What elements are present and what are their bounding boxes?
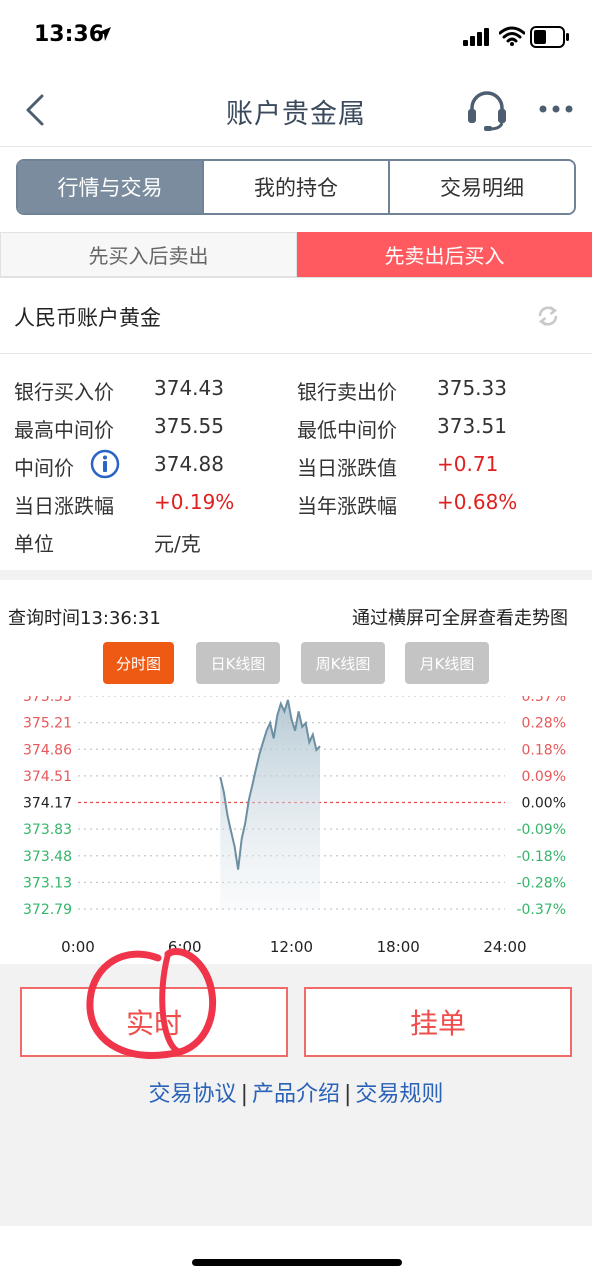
y-tick-left: 372.79 — [23, 902, 72, 918]
product-row: 人民币账户黄金 — [0, 278, 592, 354]
mid-price-value: 374.88 — [154, 452, 224, 476]
year-pct-value: +0.68% — [437, 490, 518, 514]
tab-market-trade[interactable]: 行情与交易 — [18, 161, 204, 213]
chart-section: 查询时间13:36:31 通过横屏可全屏查看走势图 分时图 日K线图 周K线图 … — [0, 580, 592, 964]
status-time: 13:36 — [34, 22, 105, 47]
bank-buy-label: 银行买入价 — [14, 380, 114, 404]
query-time: 查询时间13:36:31 — [8, 608, 161, 629]
y-tick-left: 375.21 — [23, 716, 72, 732]
battery-icon — [530, 26, 569, 48]
location-arrow-icon — [97, 27, 111, 41]
y-tick-left: 374.86 — [23, 742, 72, 758]
day-change-value: +0.71 — [437, 452, 499, 476]
product-name: 人民币账户黄金 — [14, 306, 161, 330]
bottom-actions: 实时 挂单 交易协议 | 产品介绍 | 交易规则 — [0, 964, 592, 1226]
high-mid-label: 最高中间价 — [14, 418, 114, 442]
y-tick-left: 374.51 — [23, 769, 72, 785]
buy-first-option[interactable]: 先买入后卖出 — [0, 232, 297, 277]
low-mid-label: 最低中间价 — [297, 418, 397, 442]
info-icon[interactable] — [90, 449, 120, 479]
home-indicator — [192, 1259, 402, 1266]
section-gap — [0, 570, 592, 580]
link-separator: | — [344, 1082, 352, 1107]
bank-sell-value: 375.33 — [437, 376, 507, 400]
segmented-tabs: 行情与交易 我的持仓 交易明细 — [16, 159, 576, 215]
y-tick-left: 373.13 — [23, 875, 72, 891]
day-pct-value: +0.19% — [154, 490, 235, 514]
wifi-icon — [499, 26, 525, 46]
x-tick: 6:00 — [168, 938, 202, 956]
day-pct-label: 当日涨跌幅 — [14, 494, 114, 518]
bank-buy-value: 374.43 — [154, 376, 224, 400]
day-change-label: 当日涨跌值 — [297, 456, 397, 480]
unit-value: 元/克 — [154, 532, 201, 556]
limit-order-button[interactable]: 挂单 — [304, 987, 572, 1057]
product-intro-link[interactable]: 产品介绍 — [252, 1082, 340, 1107]
y-tick-right: -0.18% — [516, 849, 566, 865]
status-bar: 13:36 — [0, 0, 592, 74]
daily-k-button[interactable]: 日K线图 — [196, 642, 280, 684]
y-tick-left: 373.48 — [23, 849, 72, 865]
y-tick-right: 0.37% — [522, 696, 566, 705]
nav-bar: 账户贵金属 — [0, 74, 592, 146]
landscape-hint: 通过横屏可全屏查看走势图 — [352, 608, 568, 629]
trade-agreement-link[interactable]: 交易协议 — [149, 1082, 237, 1107]
y-tick-right: 0.18% — [522, 742, 566, 758]
y-tick-left: 373.83 — [23, 822, 72, 838]
quote-panel: 银行买入价 374.43 银行卖出价 375.33 最高中间价 375.55 最… — [0, 354, 592, 570]
year-pct-label: 当年涨跌幅 — [297, 494, 397, 518]
home-strip — [0, 1226, 592, 1280]
sell-first-option[interactable]: 先卖出后买入 — [297, 232, 592, 277]
intraday-chart: 375.55 0.37% 375.21 0.28% 374.86 0.18% 374.51 0… — [23, 696, 566, 956]
y-tick-right: 0.00% — [522, 796, 566, 812]
intraday-chart-button[interactable]: 分时图 — [103, 642, 174, 684]
headset-icon[interactable] — [466, 88, 508, 132]
y-tick-right: 0.28% — [522, 716, 566, 732]
y-tick-left: 374.17 — [23, 796, 72, 812]
x-tick: 18:00 — [377, 938, 420, 956]
y-tick-right: -0.28% — [516, 875, 566, 891]
tabs-area: 行情与交易 我的持仓 交易明细 — [0, 146, 592, 232]
more-icon[interactable] — [538, 104, 574, 114]
mid-price-label: 中间价 — [14, 456, 74, 480]
y-tick-left: 375.55 — [23, 696, 72, 705]
x-tick: 0:00 — [61, 938, 95, 956]
y-tick-right: -0.09% — [516, 822, 566, 838]
trade-rules-link[interactable]: 交易规则 — [355, 1082, 443, 1107]
footer-links: 交易协议 | 产品介绍 | 交易规则 — [0, 1076, 592, 1108]
signal-icon — [463, 28, 489, 46]
y-tick-right: -0.37% — [516, 902, 566, 918]
link-separator: | — [240, 1082, 248, 1107]
tab-my-positions[interactable]: 我的持仓 — [204, 161, 390, 213]
monthly-k-button[interactable]: 月K线图 — [405, 642, 489, 684]
x-tick: 12:00 — [270, 938, 313, 956]
refresh-icon[interactable] — [536, 304, 560, 328]
y-tick-right: 0.09% — [522, 769, 566, 785]
realtime-button[interactable]: 实时 — [20, 987, 288, 1057]
weekly-k-button[interactable]: 周K线图 — [301, 642, 385, 684]
low-mid-value: 373.51 — [437, 414, 507, 438]
tab-trade-details[interactable]: 交易明细 — [390, 161, 574, 213]
trade-direction-toggle: 先买入后卖出 先卖出后买入 — [0, 232, 592, 278]
high-mid-value: 375.55 — [154, 414, 224, 438]
unit-label: 单位 — [14, 532, 54, 556]
x-tick: 24:00 — [483, 938, 526, 956]
bank-sell-label: 银行卖出价 — [297, 380, 397, 404]
price-area — [220, 699, 320, 909]
